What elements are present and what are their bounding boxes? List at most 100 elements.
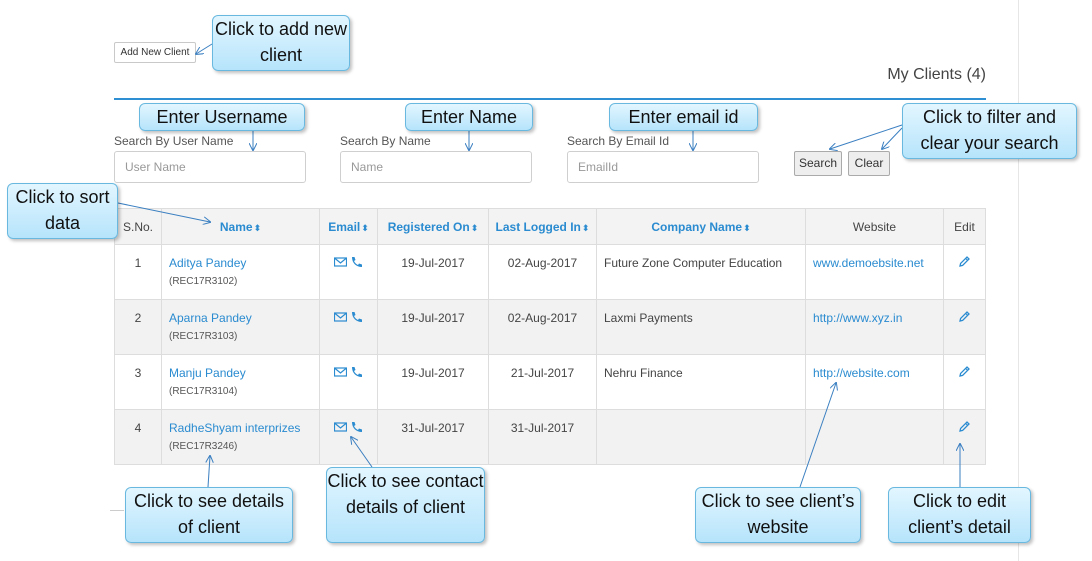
header-last-logged-sort[interactable]: Last Logged In⬍ [488,208,597,245]
callout-add-client: Click to add new client [212,15,350,71]
envelope-icon[interactable] [333,256,347,268]
callout-contact-details: Click to see contact details of client [326,467,485,543]
search-name-input[interactable]: Name [340,151,532,183]
cell-contact [319,409,378,465]
client-id: (REC17R3102) [169,276,238,287]
envelope-icon[interactable] [333,421,347,433]
header-edit: Edit [943,208,986,245]
pencil-icon[interactable] [958,366,971,378]
client-name-link[interactable]: Aparna Pandey [169,311,319,325]
envelope-icon[interactable] [333,366,347,378]
header-sno: S.No. [114,208,162,245]
cell-sno: 1 [114,244,162,300]
header-last-logged-label: Last Logged In [495,219,581,234]
cell-contact [319,299,378,355]
search-button[interactable]: Search [794,151,842,176]
clients-table: S.No. Name⬍ Email⬍ Registered On⬍ Last L… [114,208,986,465]
client-name-link[interactable]: RadheShyam interprizes [169,421,319,435]
header-name-label: Name [219,219,253,234]
table-header-row: S.No. Name⬍ Email⬍ Registered On⬍ Last L… [114,208,986,245]
sort-icon: ⬍ [361,222,369,233]
callout-username: Enter Username [139,103,305,131]
search-username-label: Search By User Name [114,134,234,148]
cell-website: http://website.com [805,354,944,410]
client-id: (REC17R3103) [169,331,238,342]
callout-website: Click to see client’s website [695,487,861,543]
header-email-label: Email [328,219,361,234]
client-name-link[interactable]: Aditya Pandey [169,256,319,270]
header-registered-label: Registered On [387,219,470,234]
cell-company: Nehru Finance [596,354,806,410]
header-registered-sort[interactable]: Registered On⬍ [377,208,489,245]
sort-icon: ⬍ [253,222,262,233]
website-link[interactable]: www.demoebsite.net [813,256,924,270]
cell-website: http://www.xyz.in [805,299,944,355]
clear-button[interactable]: Clear [848,151,890,176]
pencil-icon[interactable] [958,421,971,433]
cell-sno: 3 [114,354,162,410]
table-row: 4 RadheShyam interprizes (REC17R3246) 31-… [114,409,986,465]
header-company-label: Company Name [651,219,743,234]
phone-icon[interactable] [350,311,363,323]
header-name-sort[interactable]: Name⬍ [161,208,320,245]
table-row: 2 Aparna Pandey (REC17R3103) 19-Jul-2017 … [114,299,986,355]
header-email-sort[interactable]: Email⬍ [319,208,378,245]
callout-name: Enter Name [405,103,533,131]
sort-icon: ⬍ [581,222,590,233]
cell-last-logged-in: 21-Jul-2017 [488,354,597,410]
cell-registered-on: 19-Jul-2017 [377,244,489,300]
client-id: (REC17R3246) [169,441,238,452]
search-name-label: Search By Name [340,134,431,148]
divider-stub [110,510,124,511]
callout-sort: Click to sort data [7,183,118,239]
cell-contact [319,354,378,410]
cell-company: Future Zone Computer Education [596,244,806,300]
cell-edit [943,354,986,410]
cell-name: Manju Pandey (REC17R3104) [161,354,320,410]
cell-contact [319,244,378,300]
cell-edit [943,244,986,300]
cell-sno: 4 [114,409,162,465]
cell-name: Aparna Pandey (REC17R3103) [161,299,320,355]
cell-sno: 2 [114,299,162,355]
website-link[interactable]: http://website.com [813,366,910,380]
callout-email: Enter email id [609,103,758,131]
phone-icon[interactable] [350,421,363,433]
title-divider [114,98,986,100]
callout-client-details: Click to see details of client [125,487,293,543]
client-id: (REC17R3104) [169,386,238,397]
cell-registered-on: 31-Jul-2017 [377,409,489,465]
client-name-link[interactable]: Manju Pandey [169,366,319,380]
table-row: 3 Manju Pandey (REC17R3104) 19-Jul-2017 2… [114,354,986,410]
table-row: 1 Aditya Pandey (REC17R3102) 19-Jul-2017 … [114,244,986,300]
page-title: My Clients (4) [887,66,986,83]
cell-edit [943,299,986,355]
cell-website [805,409,944,465]
phone-icon[interactable] [350,256,363,268]
cell-website: www.demoebsite.net [805,244,944,300]
cell-company [596,409,806,465]
callout-filter: Click to filter and clear your search [902,103,1077,159]
cell-edit [943,409,986,465]
search-email-input[interactable]: EmailId [567,151,759,183]
cell-last-logged-in: 31-Jul-2017 [488,409,597,465]
right-panel [1018,0,1092,561]
search-username-input[interactable]: User Name [114,151,306,183]
cell-registered-on: 19-Jul-2017 [377,354,489,410]
website-link[interactable]: http://www.xyz.in [813,311,902,325]
sort-icon: ⬍ [743,222,751,233]
cell-name: RadheShyam interprizes (REC17R3246) [161,409,320,465]
sort-icon: ⬍ [470,222,479,233]
cell-company: Laxmi Payments [596,299,806,355]
search-email-label: Search By Email Id [567,134,670,148]
pencil-icon[interactable] [958,311,971,323]
phone-icon[interactable] [350,366,363,378]
cell-last-logged-in: 02-Aug-2017 [488,299,597,355]
envelope-icon[interactable] [333,311,347,323]
cell-last-logged-in: 02-Aug-2017 [488,244,597,300]
add-new-client-button[interactable]: Add New Client [114,42,196,63]
pencil-icon[interactable] [958,256,971,268]
cell-name: Aditya Pandey (REC17R3102) [161,244,320,300]
cell-registered-on: 19-Jul-2017 [377,299,489,355]
header-company-sort[interactable]: Company Name⬍ [596,208,806,245]
